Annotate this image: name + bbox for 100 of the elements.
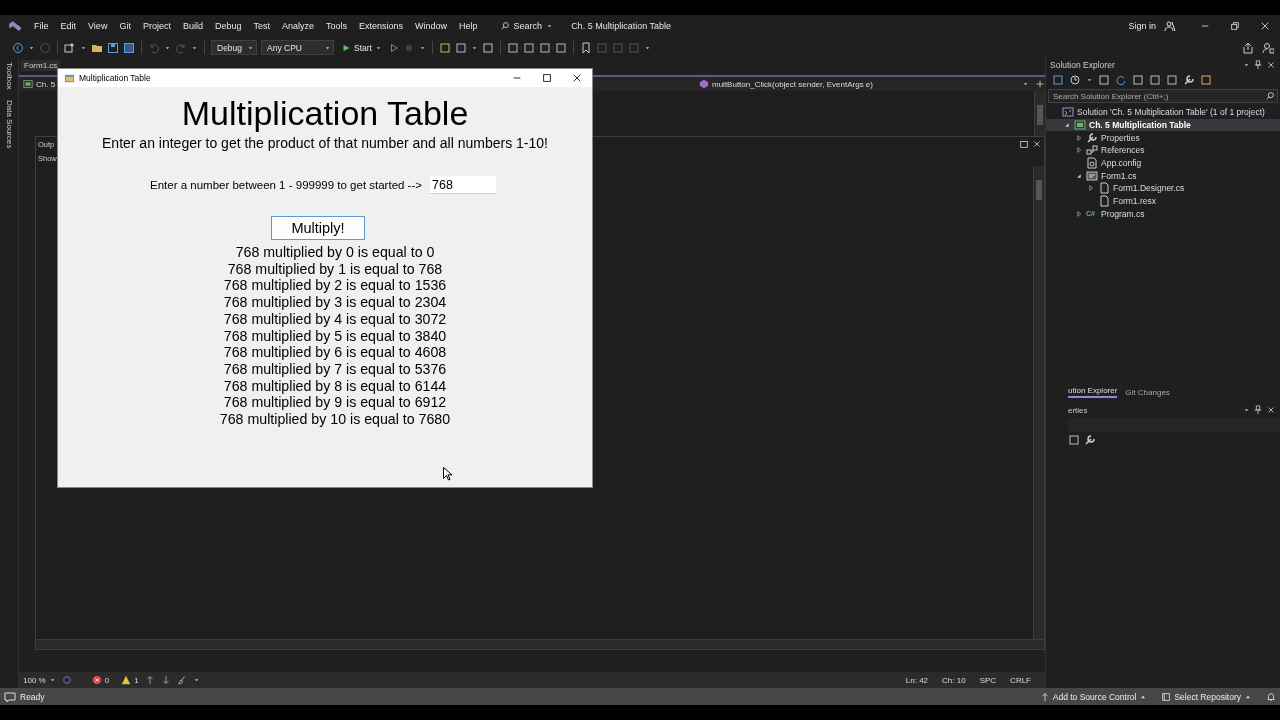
menu-item[interactable]: File — [28, 18, 55, 34]
restore-icon[interactable] — [1230, 21, 1240, 31]
side-tab[interactable]: Data Sources — [4, 99, 14, 149]
select-repository-button[interactable]: Select Repository — [1161, 691, 1252, 702]
caret-right-icon[interactable] — [1076, 145, 1083, 156]
document-icon[interactable] — [1098, 182, 1110, 195]
tree-item[interactable]: References — [1046, 144, 1280, 157]
menu-item[interactable]: Project — [136, 18, 177, 34]
whitespace-mode[interactable]: SPC — [979, 675, 997, 685]
bookmark-icon[interactable] — [579, 41, 592, 54]
menu-item[interactable]: Window — [409, 18, 454, 34]
menu-item[interactable]: Edit — [54, 18, 83, 34]
play-outline-icon[interactable] — [388, 42, 399, 53]
search-button[interactable]: Search — [493, 18, 560, 34]
error-icon[interactable] — [91, 675, 102, 685]
search-icon[interactable] — [499, 21, 510, 31]
output-icon[interactable] — [4, 690, 16, 703]
panel-title: erties — [1068, 405, 1088, 415]
pin-icon[interactable] — [1253, 405, 1263, 415]
share-icon[interactable] — [1242, 41, 1254, 54]
warning-icon[interactable] — [121, 675, 132, 685]
menu-item[interactable]: Git — [113, 18, 137, 34]
tree-item-label: App.config — [1101, 158, 1142, 169]
caret-right-icon[interactable] — [1076, 132, 1083, 143]
document-tab[interactable]: Form1.cs — [21, 60, 61, 71]
wrench-icon[interactable] — [1084, 434, 1096, 446]
form-icon[interactable] — [1086, 169, 1098, 182]
bell-icon[interactable] — [1266, 691, 1276, 702]
repository-icon[interactable] — [1161, 691, 1172, 702]
pin-icon[interactable] — [1253, 60, 1263, 70]
solution-name: Ch. 5 Multiplication Table — [571, 21, 671, 31]
tree-item[interactable]: Solution 'Ch. 5 Multiplication Table' (1 of 1 project) — [1046, 106, 1280, 119]
tree-item[interactable]: Ch. 5 Multiplication Table — [1046, 118, 1280, 132]
line-ending[interactable]: CRLF — [1010, 675, 1031, 685]
configuration-dropdown[interactable]: Debug — [211, 40, 257, 55]
tree-item-label: Form1.cs — [1101, 170, 1137, 181]
close-icon[interactable] — [1266, 405, 1276, 415]
search-icon[interactable] — [1265, 91, 1275, 101]
result-line: 768 multiplied by 8 is equal to 6144 — [223, 377, 447, 395]
new-item-icon[interactable] — [64, 41, 76, 54]
method-icon[interactable] — [699, 79, 709, 89]
panel-tab[interactable]: Git Changes — [1125, 387, 1170, 398]
solution-icon[interactable] — [1062, 106, 1074, 119]
wrench-icon[interactable] — [1183, 74, 1195, 86]
split-icon[interactable] — [1035, 79, 1045, 89]
arrow-up-icon[interactable] — [144, 675, 155, 685]
save-icon[interactable] — [107, 41, 119, 54]
add-to-source-control-button[interactable]: Add to Source Control — [1039, 691, 1148, 702]
project-dropdown[interactable]: Ch. 5 — [23, 79, 56, 89]
menu-item[interactable]: Debug — [208, 18, 248, 34]
maximize-icon[interactable] — [1019, 139, 1029, 149]
arrow-down-icon[interactable] — [160, 675, 171, 685]
tree-item[interactable]: App.config — [1046, 156, 1280, 170]
refresh-icon[interactable] — [1115, 74, 1127, 86]
arrow-up-icon[interactable] — [1039, 691, 1050, 702]
warnings-indicator[interactable]: 1 — [121, 675, 139, 685]
caret-right-icon[interactable] — [1076, 208, 1083, 219]
close-icon[interactable] — [1266, 60, 1276, 70]
tree-item[interactable]: Properties — [1046, 131, 1280, 145]
menu-item[interactable]: Help — [453, 18, 484, 34]
menu-item[interactable]: Analyze — [276, 18, 320, 34]
project-icon[interactable] — [23, 79, 33, 89]
mouse-pointer-icon — [443, 467, 452, 481]
save-all-icon[interactable] — [123, 41, 135, 54]
close-icon[interactable] — [572, 73, 582, 83]
menu-item[interactable]: Extensions — [353, 18, 410, 34]
person-icon[interactable] — [1164, 20, 1176, 32]
start-button[interactable]: Start — [338, 42, 385, 53]
close-icon[interactable] — [1032, 139, 1042, 149]
play-icon[interactable] — [341, 42, 351, 53]
method-dropdown[interactable]: multButton_Click(object sender, EventArgs e) — [699, 79, 1029, 89]
multiply-button[interactable]: Multiply! — [271, 216, 365, 240]
config-file-icon[interactable] — [1086, 157, 1098, 170]
feedback-icon[interactable] — [1262, 41, 1274, 54]
menu-item[interactable]: Tools — [320, 18, 354, 34]
menu-item[interactable]: Build — [176, 18, 209, 34]
caret-right-icon[interactable] — [1088, 183, 1095, 194]
project-icon[interactable] — [1074, 119, 1086, 132]
wrench-icon[interactable] — [1086, 131, 1098, 144]
search-field[interactable]: Search Solution Explorer (Ctrl+;) — [1048, 89, 1278, 103]
zoom-dropdown[interactable]: 100 % — [23, 675, 56, 685]
maximize-icon[interactable] — [542, 73, 552, 83]
panel-tab[interactable]: ution Explorer — [1068, 385, 1118, 398]
document-icon[interactable] — [1098, 195, 1110, 208]
platform-dropdown[interactable]: Any CPU — [261, 40, 334, 55]
references-icon[interactable] — [1086, 144, 1098, 157]
broom-icon[interactable] — [176, 675, 187, 685]
side-tab[interactable]: Toolbox — [4, 62, 14, 90]
sign-in-link[interactable]: Sign in — [1124, 19, 1160, 33]
tree-item[interactable]: Form1.cs — [1046, 169, 1280, 183]
tree-item[interactable]: Form1.resx — [1046, 194, 1280, 208]
number-input[interactable]: 768 — [430, 176, 496, 194]
horizontal-scrollbar[interactable] — [36, 639, 1044, 649]
menu-item[interactable]: View — [82, 18, 114, 34]
errors-indicator[interactable]: 0 — [91, 675, 110, 685]
tree-item[interactable]: Form1.Designer.cs — [1046, 182, 1280, 195]
visual-studio-logo-icon[interactable] — [8, 19, 22, 33]
history-icon[interactable] — [1069, 74, 1081, 86]
back-icon[interactable] — [12, 41, 24, 54]
menu-item[interactable]: Test — [247, 18, 276, 34]
